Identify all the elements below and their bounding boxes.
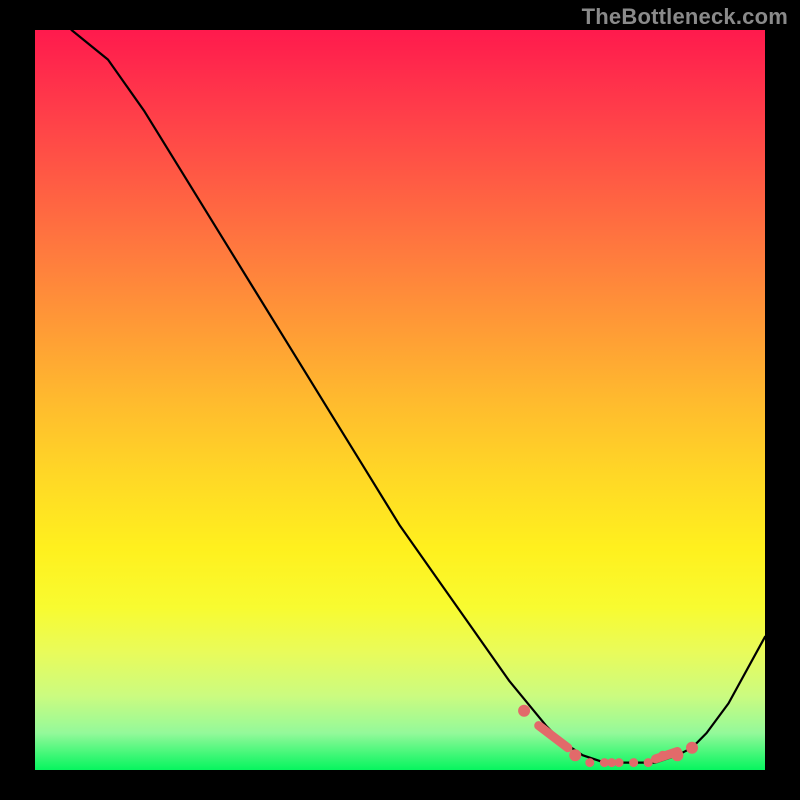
curve-svg — [35, 30, 765, 770]
valley-marker — [629, 758, 638, 767]
bottleneck-curve-path — [72, 30, 766, 763]
valley-marker — [518, 705, 530, 717]
valley-marker — [671, 749, 683, 761]
valley-marker — [686, 742, 698, 754]
watermark-text: TheBottleneck.com — [582, 4, 788, 30]
valley-marker — [569, 749, 581, 761]
valley-marker — [658, 751, 667, 760]
valley-marker — [585, 758, 594, 767]
valley-pill — [539, 726, 568, 748]
valley-markers — [518, 705, 698, 767]
valley-marker — [644, 758, 653, 767]
valley-pill — [656, 752, 678, 759]
valley-marker — [600, 758, 609, 767]
chart-container: TheBottleneck.com — [0, 0, 800, 800]
plot-area — [35, 30, 765, 770]
valley-marker — [615, 758, 624, 767]
valley-marker — [607, 758, 616, 767]
